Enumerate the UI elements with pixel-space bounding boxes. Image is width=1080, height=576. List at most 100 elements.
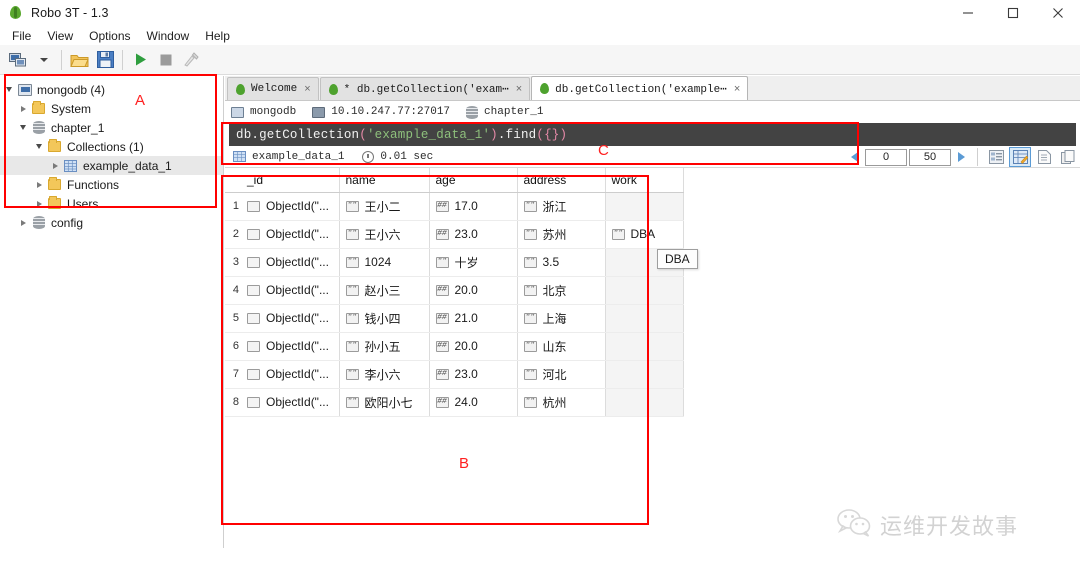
column-header-name[interactable]: name: [339, 168, 430, 193]
cell-address[interactable]: "" 苏州: [517, 220, 606, 249]
cell-name[interactable]: "" 王小六: [339, 220, 430, 249]
twisty-right-icon[interactable]: [16, 213, 30, 232]
cell-id[interactable]: ObjectId("...: [241, 304, 340, 333]
arrow-left-icon[interactable]: [845, 146, 864, 168]
table-row[interactable]: 3 ObjectId("... "" 1024 "" 十岁 "" 3.5: [225, 248, 684, 277]
query-input[interactable]: db.getCollection('example_data_1') .find(…: [229, 123, 1076, 146]
cell-name[interactable]: "" 欧阳小七: [339, 388, 430, 417]
column-header-work[interactable]: work: [605, 168, 684, 193]
column-header-address[interactable]: address: [517, 168, 606, 193]
tree-item-config[interactable]: config: [0, 213, 223, 232]
copy-icon[interactable]: [1057, 147, 1079, 167]
cell-work[interactable]: [605, 360, 684, 389]
cell-address[interactable]: "" 上海: [517, 304, 606, 333]
db-explorer-sidebar[interactable]: mongodb (4) System chapter_1 Collections…: [0, 76, 224, 576]
cell-age[interactable]: ## 17.0: [429, 192, 518, 221]
tree-item-chapter-1[interactable]: chapter_1: [0, 118, 223, 137]
cell-work[interactable]: "" DBA: [605, 220, 684, 249]
close-icon[interactable]: ×: [516, 83, 522, 95]
arrow-right-icon[interactable]: [952, 146, 971, 168]
connect-icon[interactable]: [5, 47, 31, 73]
cell-id[interactable]: ObjectId("...: [241, 220, 340, 249]
twisty-right-icon[interactable]: [32, 194, 46, 213]
cell-age[interactable]: ## 20.0: [429, 276, 518, 305]
cell-age[interactable]: ## 23.0: [429, 360, 518, 389]
twisty-right-icon[interactable]: [48, 156, 62, 175]
table-row[interactable]: 2 ObjectId("... "" 王小六 ## 23.0 "" 苏州 "" DBA: [225, 220, 684, 249]
column-header-id[interactable]: _id: [241, 168, 340, 193]
cell-id[interactable]: ObjectId("...: [241, 192, 340, 221]
menu-options[interactable]: Options: [81, 27, 138, 45]
tree-item-users[interactable]: Users: [0, 194, 223, 213]
minimize-icon[interactable]: [945, 0, 990, 26]
open-folder-icon[interactable]: [66, 47, 92, 73]
text-view-icon[interactable]: [1033, 147, 1055, 167]
result-table-area[interactable]: _id name age address work 1 ObjectId("..…: [225, 168, 1080, 517]
cell-work[interactable]: [605, 388, 684, 417]
cell-age[interactable]: ## 24.0: [429, 388, 518, 417]
tree-view-icon[interactable]: [985, 147, 1007, 167]
twisty-right-icon[interactable]: [32, 175, 46, 194]
skip-input[interactable]: 0: [865, 148, 907, 166]
cell-id[interactable]: ObjectId("...: [241, 332, 340, 361]
cell-work[interactable]: [605, 192, 684, 221]
cell-age[interactable]: ## 23.0: [429, 220, 518, 249]
cell-work[interactable]: [605, 332, 684, 361]
cell-name[interactable]: "" 李小六: [339, 360, 430, 389]
cell-address[interactable]: "" 北京: [517, 276, 606, 305]
cell-name[interactable]: "" 赵小三: [339, 276, 430, 305]
maximize-icon[interactable]: [990, 0, 1035, 26]
table-row[interactable]: 4 ObjectId("... "" 赵小三 ## 20.0 "" 北京: [225, 276, 684, 305]
twisty-down-icon[interactable]: [32, 137, 46, 156]
explain-icon[interactable]: [179, 47, 205, 73]
close-icon[interactable]: ×: [304, 83, 310, 95]
cell-address[interactable]: "" 3.5: [517, 248, 606, 277]
tree-item-example-data-1[interactable]: example_data_1: [0, 156, 223, 175]
tree-item-mongodb[interactable]: mongodb (4): [0, 80, 223, 99]
cell-id[interactable]: ObjectId("...: [241, 388, 340, 417]
menu-view[interactable]: View: [39, 27, 81, 45]
cell-address[interactable]: "" 山东: [517, 332, 606, 361]
close-icon[interactable]: ×: [734, 83, 740, 95]
cell-address[interactable]: "" 浙江: [517, 192, 606, 221]
execute-icon[interactable]: [127, 47, 153, 73]
cell-age[interactable]: ## 20.0: [429, 332, 518, 361]
tab-welcome[interactable]: Welcome ×: [227, 77, 319, 100]
cell-name[interactable]: "" 王小二: [339, 192, 430, 221]
tree-item-system[interactable]: System: [0, 99, 223, 118]
cell-address[interactable]: "" 杭州: [517, 388, 606, 417]
cell-address[interactable]: "" 河北: [517, 360, 606, 389]
cell-name[interactable]: "" 钱小四: [339, 304, 430, 333]
cell-age[interactable]: "" 十岁: [429, 248, 518, 277]
tree-item-collections[interactable]: Collections (1): [0, 137, 223, 156]
twisty-right-icon[interactable]: [16, 99, 30, 118]
table-view-icon[interactable]: [1009, 147, 1031, 167]
cell-id[interactable]: ObjectId("...: [241, 248, 340, 277]
cell-work[interactable]: [605, 276, 684, 305]
cell-name[interactable]: "" 1024: [339, 248, 430, 277]
table-row[interactable]: 5 ObjectId("... "" 钱小四 ## 21.0 "" 上海: [225, 304, 684, 333]
stop-icon[interactable]: [153, 47, 179, 73]
twisty-down-icon[interactable]: [16, 118, 30, 137]
twisty-down-icon[interactable]: [2, 80, 16, 99]
column-header-age[interactable]: age: [429, 168, 518, 193]
connect-dropdown-icon[interactable]: [31, 47, 57, 73]
table-row[interactable]: 7 ObjectId("... "" 李小六 ## 23.0 "" 河北: [225, 360, 684, 389]
cell-work[interactable]: [605, 304, 684, 333]
close-icon[interactable]: [1035, 0, 1080, 26]
table-row[interactable]: 8 ObjectId("... "" 欧阳小七 ## 24.0 "" 杭州: [225, 388, 684, 417]
cell-id[interactable]: ObjectId("...: [241, 276, 340, 305]
tree-item-functions[interactable]: Functions: [0, 175, 223, 194]
cell-id[interactable]: ObjectId("...: [241, 360, 340, 389]
table-row[interactable]: 6 ObjectId("... "" 孙小五 ## 20.0 "" 山东: [225, 332, 684, 361]
save-icon[interactable]: [92, 47, 118, 73]
limit-input[interactable]: 50: [909, 148, 951, 166]
tab-query-1[interactable]: * db.getCollection('exam⋯ ×: [319, 77, 531, 100]
menu-window[interactable]: Window: [139, 27, 198, 45]
tab-query-2[interactable]: db.getCollection('example⋯ ×: [531, 76, 749, 100]
table-row[interactable]: 1 ObjectId("... "" 王小二 ## 17.0 "" 浙江: [225, 192, 684, 221]
menu-help[interactable]: Help: [197, 27, 238, 45]
menu-file[interactable]: File: [4, 27, 39, 45]
cell-name[interactable]: "" 孙小五: [339, 332, 430, 361]
cell-age[interactable]: ## 21.0: [429, 304, 518, 333]
